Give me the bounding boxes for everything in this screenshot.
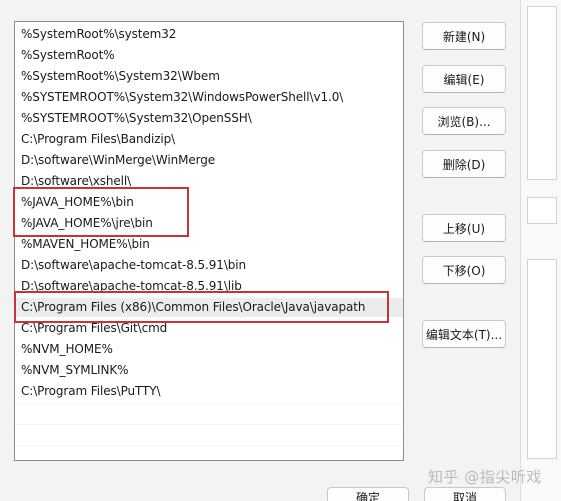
delete-button[interactable]: 删除(D) [422, 150, 506, 178]
new-button[interactable]: 新建(N) [422, 22, 506, 50]
path-list-item[interactable]: %JAVA_HOME%\jre\bin [21, 214, 153, 233]
watermark: 知乎 @指尖听戏 [428, 468, 542, 486]
path-list-item[interactable]: %SYSTEMROOT%\System32\WindowsPowerShell\… [21, 88, 343, 107]
path-list-item[interactable]: C:\Program Files\PuTTY\ [21, 382, 161, 401]
path-list-item[interactable]: %NVM_SYMLINK% [21, 361, 129, 380]
path-list-item[interactable]: C:\Program Files\Git\cmd [21, 319, 167, 338]
path-list-empty-row[interactable] [15, 403, 403, 424]
path-list-item[interactable]: D:\software\apache-tomcat-8.5.91\lib [21, 277, 242, 296]
path-list-item[interactable]: D:\software\apache-tomcat-8.5.91\bin [21, 256, 246, 275]
path-list-item[interactable]: D:\software\WinMerge\WinMerge [21, 151, 215, 170]
path-list-empty-row[interactable] [15, 445, 403, 460]
path-list-item[interactable]: %SystemRoot% [21, 46, 115, 65]
edit-text-button[interactable]: 编辑文本(T)... [422, 320, 506, 348]
path-list-item[interactable]: D:\software\xshell\ [21, 172, 131, 191]
path-list-item[interactable]: C:\Program Files\Bandizip\ [21, 130, 175, 149]
edit-environment-variable-dialog: %SystemRoot%\system32 %SystemRoot% %System… [0, 0, 561, 501]
background-window-edge [520, 0, 561, 501]
path-list-item[interactable]: %NVM_HOME% [21, 340, 113, 359]
browse-button[interactable]: 浏览(B)... [422, 107, 506, 135]
path-list-item[interactable]: %MAVEN_HOME%\bin [21, 235, 150, 254]
path-list-empty-row[interactable] [15, 424, 403, 445]
path-list-item[interactable]: %SystemRoot%\system32 [21, 25, 176, 44]
background-field [527, 197, 557, 224]
cancel-button[interactable]: 取消 [424, 487, 506, 501]
edit-button[interactable]: 编辑(E) [422, 65, 506, 93]
move-down-button[interactable]: 下移(O) [422, 256, 506, 284]
path-list-item[interactable]: %SystemRoot%\System32\Wbem [21, 67, 220, 86]
ok-button[interactable]: 确定 [327, 487, 409, 501]
path-list-item[interactable]: %JAVA_HOME%\bin [21, 193, 134, 212]
path-list-item[interactable]: C:\Program Files (x86)\Common Files\Orac… [15, 298, 403, 317]
background-panel-bottom [527, 259, 557, 459]
path-list[interactable]: %SystemRoot%\system32 %SystemRoot% %System… [14, 21, 404, 461]
move-up-button[interactable]: 上移(U) [422, 214, 506, 242]
background-panel-top [527, 6, 557, 180]
path-list-item[interactable]: %SYSTEMROOT%\System32\OpenSSH\ [21, 109, 252, 128]
